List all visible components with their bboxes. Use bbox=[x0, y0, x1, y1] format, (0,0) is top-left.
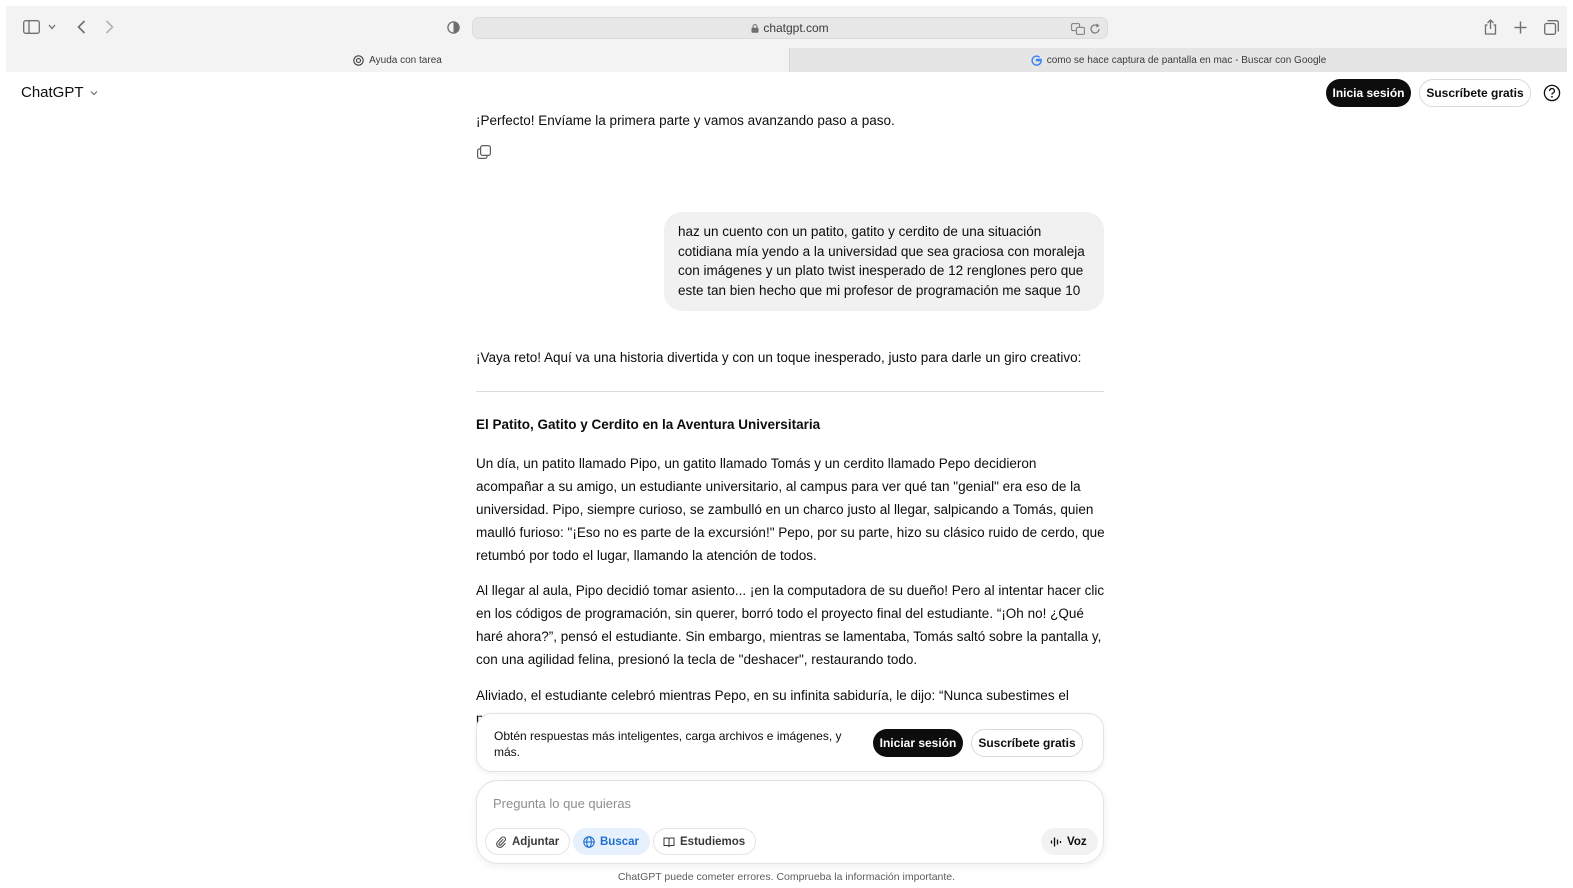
sidebar-toggle-icon[interactable] bbox=[22, 18, 40, 36]
privacy-shield-icon[interactable] bbox=[444, 18, 462, 36]
header-login-button[interactable]: Inicia sesión bbox=[1326, 79, 1411, 107]
study-label: Estudiemos bbox=[680, 835, 746, 848]
tab-ayuda-con-tarea[interactable]: Ayuda con tarea bbox=[6, 48, 789, 72]
voice-button[interactable]: Voz bbox=[1041, 828, 1098, 855]
browser-toolbar: chatgpt.com bbox=[6, 6, 1567, 48]
tab-overview-icon[interactable] bbox=[1542, 18, 1560, 36]
prompt-input[interactable] bbox=[493, 793, 1033, 813]
tab-strip: Ayuda con tarea como se hace captura de … bbox=[6, 48, 1567, 72]
openai-logo-icon bbox=[353, 54, 364, 66]
translate-icon[interactable] bbox=[1071, 22, 1085, 40]
new-tab-icon[interactable] bbox=[1511, 18, 1529, 36]
divider bbox=[476, 391, 1104, 392]
banner-login-button[interactable]: Iniciar sesión bbox=[873, 729, 963, 757]
user-message-bubble: haz un cuento con un patito, gatito y ce… bbox=[664, 212, 1104, 311]
banner-signup-button[interactable]: Suscríbete gratis bbox=[971, 729, 1083, 757]
banner-text: Obtén respuestas más inteligentes, carga… bbox=[494, 729, 842, 759]
help-icon[interactable] bbox=[1543, 84, 1561, 102]
tab-label: Ayuda con tarea bbox=[369, 54, 442, 66]
share-icon[interactable] bbox=[1481, 18, 1499, 36]
globe-icon bbox=[583, 835, 595, 848]
url-text: chatgpt.com bbox=[763, 21, 829, 35]
voice-waveform-icon bbox=[1050, 837, 1062, 846]
model-selector[interactable]: ChatGPT bbox=[21, 84, 99, 101]
chevron-down-icon bbox=[90, 90, 97, 95]
lock-icon bbox=[751, 24, 759, 33]
forward-icon[interactable] bbox=[100, 18, 118, 36]
story-paragraph: Un día, un patito llamado Pipo, un gatit… bbox=[476, 456, 1105, 563]
header-signup-button[interactable]: Suscríbete gratis bbox=[1419, 79, 1531, 107]
paperclip-icon bbox=[496, 836, 506, 848]
chevron-down-icon[interactable] bbox=[46, 18, 58, 36]
assistant-message-intro: ¡Perfecto! Envíame la primera parte y va… bbox=[476, 113, 895, 128]
tab-google-search[interactable]: como se hace captura de pantalla en mac … bbox=[789, 48, 1567, 72]
assistant-reply-intro: ¡Vaya reto! Aquí va una historia diverti… bbox=[476, 350, 1082, 365]
search-button[interactable]: Buscar bbox=[573, 828, 650, 855]
composer: Adjuntar Buscar Estudiemos Voz bbox=[476, 780, 1104, 864]
book-icon bbox=[663, 837, 675, 847]
voice-label: Voz bbox=[1067, 835, 1087, 848]
url-bar[interactable]: chatgpt.com bbox=[472, 17, 1108, 39]
reload-icon[interactable] bbox=[1089, 22, 1101, 40]
login-banner: Obtén respuestas más inteligentes, carga… bbox=[476, 713, 1104, 772]
tab-label: como se hace captura de pantalla en mac … bbox=[1046, 54, 1327, 66]
copy-icon[interactable] bbox=[476, 144, 492, 160]
story-paragraph: Al llegar al aula, Pipo decidió tomar as… bbox=[476, 583, 1105, 667]
attach-label: Adjuntar bbox=[512, 835, 560, 848]
attach-button[interactable]: Adjuntar bbox=[485, 828, 571, 855]
story-title: El Patito, Gatito y Cerdito en la Aventu… bbox=[476, 417, 821, 432]
disclaimer-note: ChatGPT puede cometer errores. Comprueba… bbox=[617, 871, 956, 883]
study-button[interactable]: Estudiemos bbox=[653, 828, 757, 855]
google-logo-icon bbox=[1031, 54, 1042, 66]
search-label: Buscar bbox=[600, 835, 639, 848]
app-title: ChatGPT bbox=[21, 84, 84, 101]
back-icon[interactable] bbox=[72, 18, 90, 36]
